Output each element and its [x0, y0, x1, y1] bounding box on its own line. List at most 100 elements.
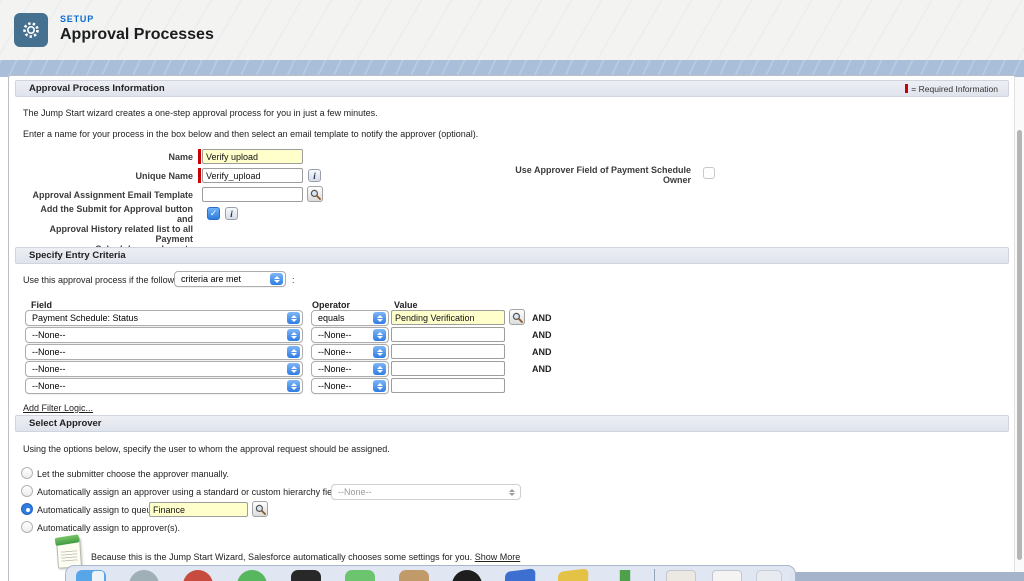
use-approver-field-checkbox[interactable] [703, 167, 715, 179]
lookup-icon[interactable] [252, 501, 268, 517]
gray-globe-dock-icon[interactable] [129, 570, 159, 581]
add-submit-button-checkbox[interactable] [207, 207, 220, 220]
page-title: Approval Processes [60, 26, 214, 44]
red-app-dock-icon[interactable] [183, 570, 213, 581]
select-stepper-icon [373, 346, 386, 358]
operator-select-4[interactable]: --None-- [311, 361, 389, 377]
scrollbar-thumb[interactable] [1017, 130, 1022, 560]
vertical-scrollbar[interactable] [1014, 77, 1024, 572]
value-input-4[interactable] [391, 361, 505, 376]
email-template-input[interactable] [202, 187, 303, 202]
queue-input[interactable] [149, 502, 248, 517]
dock-divider-dock-icon [654, 569, 655, 581]
macos-dock[interactable] [65, 565, 796, 581]
select-stepper-icon [287, 363, 300, 375]
value-input-3[interactable] [391, 344, 505, 359]
black-display-dock-icon[interactable] [291, 570, 321, 581]
name-label: Name [23, 152, 193, 162]
black-record-dock-icon[interactable] [452, 570, 482, 581]
select-stepper-icon [287, 312, 300, 324]
blue-flag-dock-icon[interactable] [505, 568, 536, 581]
radio-assign-to-approvers[interactable] [21, 521, 33, 533]
setup-eyebrow: SETUP [60, 14, 94, 24]
radio-hierarchy-field[interactable] [21, 485, 33, 497]
setup-header: SETUP Approval Processes [0, 0, 1024, 60]
wizard-panel: Approval Process Information = Required … [8, 75, 1016, 581]
required-bar-icon [905, 84, 908, 93]
use-approver-field-label: Use Approver Field of Payment Schedule O… [441, 165, 691, 185]
section-title: Select Approver [29, 418, 102, 429]
select-stepper-icon [287, 329, 300, 341]
gear-icon [20, 19, 42, 41]
finder-dock-icon[interactable] [76, 570, 106, 581]
select-stepper-icon [270, 273, 283, 285]
column-header-value: Value [394, 300, 418, 310]
criteria-intro: Use this approval process if the followi… [23, 275, 186, 285]
jump-start-note: Because this is the Jump Start Wizard, S… [91, 552, 520, 562]
background-band [790, 572, 1024, 581]
intro-line-2: Enter a name for your process in the box… [23, 129, 478, 139]
radio-submitter-chooses[interactable] [21, 467, 33, 479]
field-select-4[interactable]: --None-- [25, 361, 303, 377]
radio-assign-to-queue[interactable] [21, 503, 33, 515]
list-doc-dock-icon[interactable] [712, 570, 742, 581]
receipt-doc-dock-icon[interactable] [666, 570, 696, 581]
required-bar-icon [198, 149, 201, 164]
lookup-icon[interactable] [307, 186, 323, 202]
value-input-2[interactable] [391, 327, 505, 342]
approver-intro: Using the options below, specify the use… [23, 444, 390, 454]
radio-assign-to-approvers-label: Automatically assign to approver(s). [37, 523, 180, 533]
criteria-colon: : [292, 275, 295, 285]
unique-name-label: Unique Name [23, 171, 193, 181]
info-icon[interactable]: i [308, 169, 321, 182]
dock-icons [66, 566, 795, 581]
show-more-link[interactable]: Show More [475, 552, 521, 562]
required-legend: = Required Information [905, 84, 998, 94]
green-app-dock-icon[interactable] [237, 570, 267, 581]
field-select-1[interactable]: Payment Schedule: Status [25, 310, 303, 326]
hierarchy-field-select: --None-- [331, 484, 521, 500]
name-input[interactable] [202, 149, 303, 164]
field-select-2[interactable]: --None-- [25, 327, 303, 343]
select-stepper-icon [373, 329, 386, 341]
unique-name-input[interactable] [202, 168, 303, 183]
radio-hierarchy-field-label: Automatically assign an approver using a… [37, 487, 342, 497]
setup-gear-tile [14, 13, 48, 47]
green-download-arrow-dock-icon[interactable] [612, 570, 638, 581]
green-tool-dock-icon[interactable] [345, 570, 375, 581]
radio-assign-to-queue-label: Automatically assign to queue. [37, 505, 159, 515]
operator-select-2[interactable]: --None-- [311, 327, 389, 343]
and-label: AND [532, 313, 552, 323]
and-label: AND [532, 330, 552, 340]
required-bar-icon [198, 168, 201, 183]
section-title: Specify Entry Criteria [29, 250, 126, 261]
operator-select-5[interactable]: --None-- [311, 378, 389, 394]
value-input-5[interactable] [391, 378, 505, 393]
select-stepper-icon [373, 363, 386, 375]
info-icon[interactable]: i [225, 207, 238, 220]
and-label: AND [532, 364, 552, 374]
email-template-label: Approval Assignment Email Template [23, 190, 193, 200]
lookup-icon[interactable] [509, 309, 525, 325]
column-header-operator: Operator [312, 300, 350, 310]
yellow-note-dock-icon[interactable] [558, 568, 589, 581]
magnifier-icon [310, 189, 321, 200]
operator-select-3[interactable]: --None-- [311, 344, 389, 360]
select-stepper-icon [287, 346, 300, 358]
criteria-met-select[interactable]: criteria are met [174, 271, 286, 287]
operator-select-1[interactable]: equals [311, 310, 389, 326]
trash-dock-icon[interactable] [756, 570, 782, 581]
photo-dock-icon[interactable] [399, 570, 429, 581]
section-title: Approval Process Information [29, 83, 165, 94]
select-stepper-icon [373, 312, 386, 324]
radio-submitter-chooses-label: Let the submitter choose the approver ma… [37, 469, 229, 479]
section-header-specify-entry-criteria: Specify Entry Criteria [15, 247, 1009, 264]
select-stepper-icon [373, 380, 386, 392]
field-select-3[interactable]: --None-- [25, 344, 303, 360]
value-input-1[interactable] [391, 310, 505, 325]
select-stepper-icon [287, 380, 300, 392]
column-header-field: Field [31, 300, 52, 310]
add-filter-logic-link[interactable]: Add Filter Logic... [23, 403, 93, 413]
field-select-5[interactable]: --None-- [25, 378, 303, 394]
magnifier-icon [255, 504, 266, 515]
